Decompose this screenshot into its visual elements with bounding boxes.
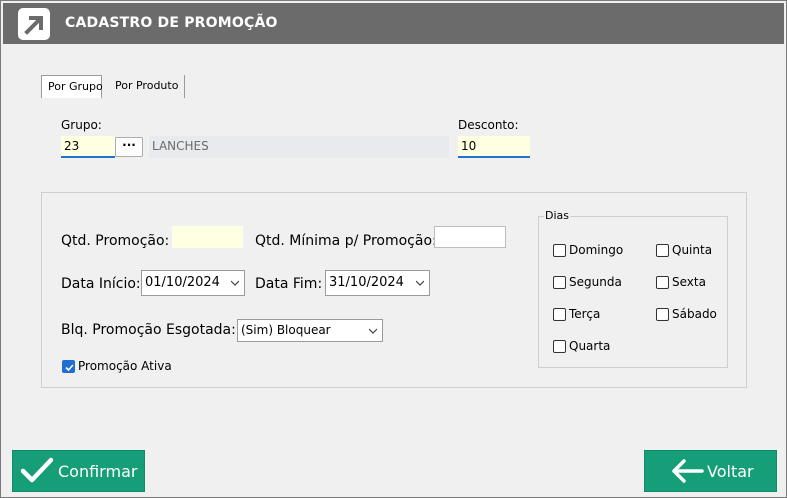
data-inicio-picker[interactable]: 01/10/2024	[141, 270, 245, 296]
promocao-ativa-label: Promoção Ativa	[78, 359, 172, 373]
promotion-window: CADASTRO DE PROMOÇÃO Por Grupo Por Produ…	[0, 0, 787, 498]
qtd-promocao-label: Qtd. Promoção:	[61, 233, 170, 249]
grupo-code-input[interactable]: 23	[61, 136, 115, 158]
tab-por-produto[interactable]: Por Produto	[109, 75, 185, 98]
data-fim-label: Data Fim:	[255, 276, 323, 292]
checkbox-icon	[553, 339, 566, 353]
checkbox-icon	[656, 275, 669, 289]
checkbox-icon	[553, 275, 566, 289]
checkbox-icon	[553, 307, 566, 321]
desconto-label: Desconto:	[458, 118, 519, 132]
dia-segunda-label: Segunda	[569, 275, 622, 289]
grupo-name-field: LANCHES	[149, 136, 449, 158]
checkbox-icon	[553, 243, 566, 257]
qtd-minima-input[interactable]	[434, 226, 506, 248]
window-title: CADASTRO DE PROMOÇÃO	[65, 15, 278, 31]
chevron-down-icon	[369, 328, 377, 334]
desconto-input[interactable]: 10	[458, 136, 530, 158]
chevron-down-icon	[231, 280, 239, 286]
qtd-promocao-input[interactable]	[172, 226, 243, 248]
dia-sabado-label: Sábado	[672, 307, 717, 321]
dia-sabado-checkbox[interactable]: Sábado	[656, 307, 717, 321]
dia-quinta-label: Quinta	[672, 243, 713, 257]
dia-sexta-checkbox[interactable]: Sexta	[656, 275, 706, 289]
blq-promocao-label: Blq. Promoção Esgotada:	[61, 322, 236, 338]
blq-promocao-value: (Sim) Bloquear	[241, 323, 331, 337]
confirm-button[interactable]: Confirmar	[12, 450, 145, 492]
check-icon	[20, 457, 54, 483]
title-bar: CADASTRO DE PROMOÇÃO	[3, 3, 784, 44]
app-logo-icon	[18, 8, 50, 40]
back-button[interactable]: Voltar	[644, 450, 777, 492]
dia-quinta-checkbox[interactable]: Quinta	[656, 243, 712, 257]
dia-terca-label: Terça	[569, 307, 601, 321]
grupo-lookup-button[interactable]: ···	[115, 137, 143, 157]
confirm-label: Confirmar	[58, 461, 138, 481]
back-label: Voltar	[707, 461, 754, 481]
promocao-ativa-checkbox[interactable]: Promoção Ativa	[62, 359, 172, 373]
data-inicio-value: 01/10/2024	[145, 275, 220, 290]
grupo-label: Grupo:	[61, 118, 102, 132]
blq-promocao-select[interactable]: (Sim) Bloquear	[237, 319, 383, 342]
dia-domingo-checkbox[interactable]: Domingo	[553, 243, 623, 257]
checkbox-icon	[656, 307, 669, 321]
qtd-minima-label: Qtd. Mínima p/ Promoção:	[255, 233, 437, 249]
tab-por-grupo[interactable]: Por Grupo	[41, 75, 103, 98]
data-fim-picker[interactable]: 31/10/2024	[325, 270, 430, 296]
dias-legend: Dias	[544, 209, 570, 222]
checkbox-icon	[656, 243, 669, 257]
checkbox-checked-icon	[62, 359, 75, 373]
arrow-left-icon	[672, 459, 704, 483]
dia-quarta-checkbox[interactable]: Quarta	[553, 339, 610, 353]
data-inicio-label: Data Início:	[61, 276, 141, 292]
dia-sexta-label: Sexta	[672, 275, 706, 289]
data-fim-value: 31/10/2024	[329, 275, 404, 290]
dia-segunda-checkbox[interactable]: Segunda	[553, 275, 622, 289]
chevron-down-icon	[416, 280, 424, 286]
dia-terca-checkbox[interactable]: Terça	[553, 307, 600, 321]
dia-domingo-label: Domingo	[569, 243, 624, 257]
dia-quarta-label: Quarta	[569, 339, 611, 353]
